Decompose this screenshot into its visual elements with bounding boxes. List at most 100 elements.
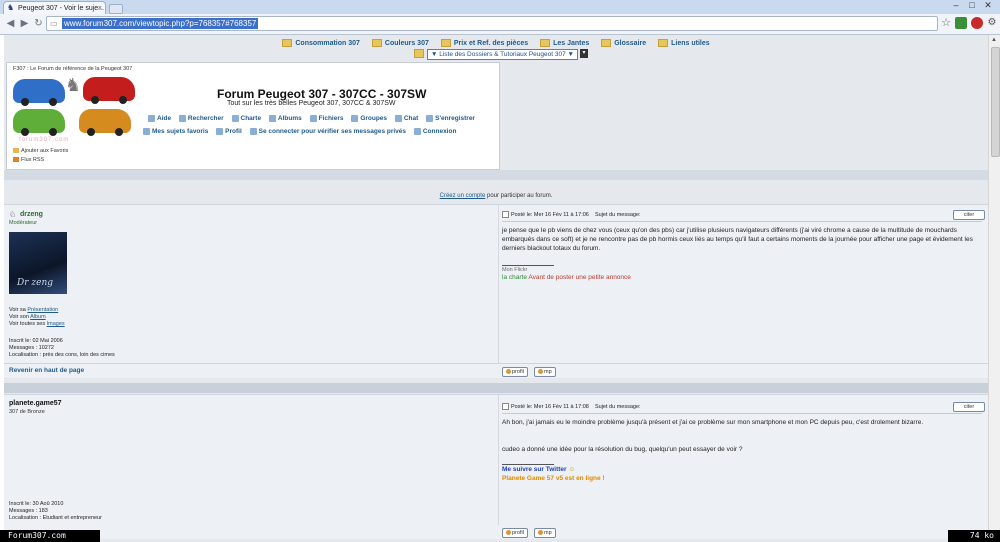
folder-icon (371, 39, 382, 47)
main-menu-row2: Mes sujets favoris Profil Se connecter p… (143, 128, 462, 135)
top-link-consommation[interactable]: Consommation 307 (282, 39, 360, 47)
messages-icon (249, 128, 257, 135)
browser-toolbar: ◀ ▶ ↻ ▭ www.forum307.com/viewtopic.php?p… (0, 14, 1000, 35)
help-icon (148, 115, 155, 122)
post-1-pm-button[interactable]: mp (534, 367, 556, 377)
forward-arrow-icon[interactable]: ▶ (18, 17, 31, 30)
vertical-scrollbar[interactable]: ▲ (988, 35, 1000, 542)
menu-profil[interactable]: Profil (216, 128, 242, 135)
post-1-profile-button[interactable]: profil (502, 367, 528, 377)
forum-tagline: F307 : Le Forum de référence de la Peuge… (13, 66, 133, 72)
new-tab-button[interactable] (109, 4, 123, 14)
green-car-image (13, 109, 65, 136)
maximize-icon[interactable]: □ (964, 0, 980, 11)
images-link[interactable]: Images (47, 321, 65, 327)
menu-albums[interactable]: Albums (268, 115, 302, 122)
smiley-icon: ☺ (568, 466, 575, 473)
wrench-icon[interactable]: ⚙ (986, 17, 998, 29)
pm-icon (538, 530, 543, 536)
dossier-go-button[interactable]: ▾ (579, 49, 588, 58)
charte-link[interactable]: la charte (502, 274, 527, 281)
post-2-profile-button[interactable]: profil (502, 528, 528, 538)
tab-title: Peugeot 307 - Voir le suje... (18, 5, 104, 12)
post-1-meta: Posté le: Mer 16 Fév 11 à 17:06 Sujet du… (502, 211, 641, 218)
window-controls: – □ ✕ (948, 0, 996, 11)
post-2-footer: profil mp (4, 525, 988, 539)
avatar-text: Dr zeng (17, 278, 54, 288)
url-text[interactable]: www.forum307.com/viewtopic.php?p=768357#… (62, 18, 259, 29)
post-1-stats: Inscrit le: 02 Mai 2006 Messages : 10272… (9, 338, 115, 358)
post-2-author: planete.game57 307 de Bronze Inscrit le:… (4, 395, 499, 525)
post-1-quote-button[interactable]: citer (953, 210, 985, 220)
post-2-planete-link[interactable]: Planete Game 57 v5 est en ligne ! (502, 475, 605, 482)
post-1-flickr-link[interactable]: Mon Flickr (502, 267, 527, 273)
add-favorites-link[interactable]: Ajouter aux Favoris (13, 147, 68, 156)
post-icon (502, 211, 509, 218)
menu-favorites[interactable]: Mes sujets favoris (143, 128, 208, 135)
moderator-icon: ♘ (9, 210, 17, 219)
star-icon (13, 148, 19, 154)
menu-charte[interactable]: Charte (231, 115, 261, 122)
signup-link[interactable]: Créez un compte (440, 193, 486, 199)
overlay-size-label: 74 ko (948, 530, 1000, 542)
top-link-prix[interactable]: Prix et Ref. des pièces (440, 39, 528, 47)
post-1-author: ♘ drzeng Modérateur Dr zeng Voir sa Prés… (4, 205, 499, 363)
scroll-up-icon[interactable]: ▲ (991, 37, 997, 43)
minimize-icon[interactable]: – (948, 0, 964, 11)
browser-tab[interactable]: ♞ Peugeot 307 - Voir le suje... × (3, 1, 106, 14)
bookmark-star-icon[interactable]: ☆ (941, 17, 951, 30)
post-separator (4, 383, 988, 393)
menu-rechercher[interactable]: Rechercher (178, 115, 224, 122)
back-arrow-icon[interactable]: ◀ (4, 17, 17, 30)
signup-notice: Créez un compte pour participer au forum… (439, 193, 553, 199)
menu-aide[interactable]: Aide (148, 115, 171, 122)
rss-icon (13, 157, 19, 163)
address-bar[interactable]: ▭ www.forum307.com/viewtopic.php?p=76835… (46, 16, 951, 31)
extension-red-icon[interactable] (971, 17, 983, 29)
post-2-signature-divider (502, 464, 554, 465)
top-link-liens[interactable]: Liens utiles (658, 39, 710, 47)
folder-icon (414, 49, 424, 58)
dossier-select[interactable]: ▼ Liste des Dossiers & Tutoriaux Peugeot… (427, 49, 578, 60)
menu-fichiers[interactable]: Fichiers (309, 115, 344, 122)
menu-register[interactable]: S'enregistrer (426, 115, 475, 122)
browser-tab-bar: ♞ Peugeot 307 - Voir le suje... × – □ ✕ (0, 0, 1000, 14)
scrollbar-thumb[interactable] (991, 47, 1000, 157)
top-link-couleurs[interactable]: Couleurs 307 (371, 39, 429, 47)
extension-green-icon[interactable] (955, 17, 967, 29)
menu-private-messages[interactable]: Se connecter pour vérifier ses messages … (249, 128, 406, 135)
post-2-username[interactable]: planete.game57 (9, 400, 62, 407)
menu-chat[interactable]: Chat (394, 115, 418, 122)
close-tab-icon[interactable]: × (98, 2, 102, 14)
top-link-glossaire[interactable]: Glossaire (601, 39, 646, 47)
reload-icon[interactable]: ↻ (32, 17, 45, 30)
forum-watermark: forum307.com (19, 137, 70, 143)
folder-icon (601, 39, 612, 47)
top-link-jantes[interactable]: Les Jantes (540, 39, 589, 47)
annonce-link[interactable]: Avant de poster une petite annonce (527, 274, 631, 281)
album-link[interactable]: Album (30, 314, 46, 320)
post-1-username[interactable]: drzeng (20, 211, 43, 218)
post-1: ♘ drzeng Modérateur Dr zeng Voir sa Prés… (4, 204, 988, 363)
peugeot-favicon-icon: ♞ (7, 3, 15, 12)
rss-link[interactable]: Flux RSS (13, 156, 68, 165)
post-2-twitter-link[interactable]: Me suivre sur Twitter ☺ (502, 466, 575, 473)
pm-icon (538, 369, 543, 375)
post-1-divider (502, 221, 982, 222)
post-2-quote-button[interactable]: citer (953, 402, 985, 412)
document-icon (231, 115, 239, 122)
post-1-signature-divider (502, 265, 554, 266)
chat-icon (394, 115, 402, 122)
favorites-links: Ajouter aux Favoris Flux RSS (13, 147, 68, 165)
close-window-icon[interactable]: ✕ (980, 0, 996, 11)
folder-icon (658, 39, 669, 47)
post-2-pm-button[interactable]: mp (534, 528, 556, 538)
menu-groupes[interactable]: Groupes (351, 115, 387, 122)
menu-connexion[interactable]: Connexion (413, 128, 456, 135)
album-icon (268, 115, 276, 122)
post-1-role: Modérateur (9, 220, 38, 226)
presentation-link[interactable]: Présentation (27, 307, 58, 313)
profile-icon (506, 530, 511, 536)
back-to-top-link[interactable]: Revenir en haut de page (9, 367, 84, 374)
post-1-avatar: Dr zeng (9, 232, 67, 294)
